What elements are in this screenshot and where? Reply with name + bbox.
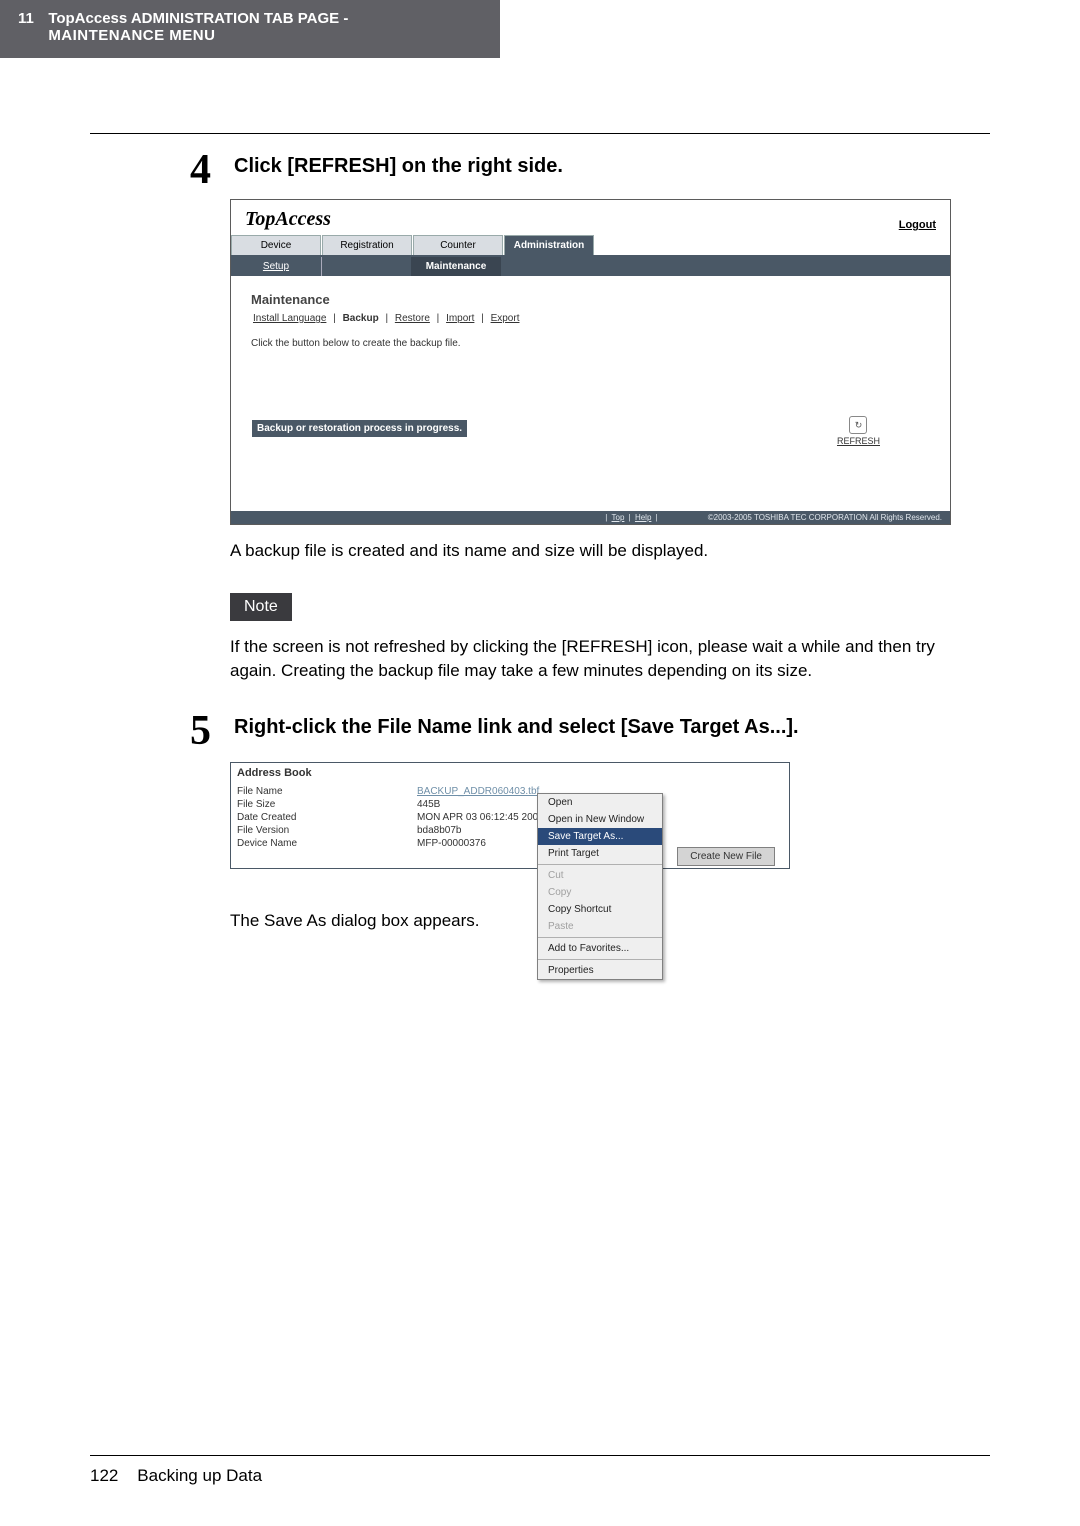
subtab-maintenance[interactable]: Maintenance [411,257,501,276]
menu-add-to-favorites[interactable]: Add to Favorites... [538,940,662,957]
chapter-title: TopAccess ADMINISTRATION TAB PAGE - [48,10,348,27]
menu-paste: Paste [538,918,662,935]
link-backup-current: Backup [343,313,379,324]
subtab-blank [321,257,411,276]
status-message: Backup or restoration process in progres… [251,419,468,438]
note-label: Note [230,593,292,621]
step-4-title: Click [REFRESH] on the right side. [234,149,563,178]
file-version-value: bda8b07b [417,825,462,836]
foot-help-link[interactable]: Help [635,513,651,522]
device-name-label: Device Name [237,838,417,849]
menu-copy-shortcut[interactable]: Copy Shortcut [538,901,662,918]
footer-rule [90,1455,990,1456]
foot-top-link[interactable]: Top [612,513,625,522]
device-name-value: MFP-00000376 [417,838,486,849]
maintenance-heading: Maintenance [251,292,930,307]
screenshot-topaccess-refresh: TopAccess Logout Device Registration Cou… [230,199,951,525]
menu-save-target-as[interactable]: Save Target As... [538,828,662,845]
file-size-row: File Size 445B [231,798,789,811]
context-menu: Open Open in New Window Save Target As..… [537,793,663,980]
menu-separator-2 [538,937,662,938]
file-version-row: File Version bda8b07b [231,824,789,837]
menu-cut: Cut [538,867,662,884]
page-number: 122 [90,1466,118,1485]
step-5: 5 Right-click the File Name link and sel… [190,710,990,752]
refresh-button[interactable]: ↻ REFRESH [837,416,880,446]
screenshot-footer: | Top | Help | ©2003-2005 TOSHIBA TEC CO… [231,511,950,524]
link-restore[interactable]: Restore [395,313,430,324]
link-import[interactable]: Import [446,313,474,324]
step-4: 4 Click [REFRESH] on the right side. [190,149,990,191]
file-size-label: File Size [237,799,417,810]
menu-separator-1 [538,864,662,865]
date-created-row: Date Created MON APR 03 06:12:45 200 [231,811,789,824]
subtab-setup[interactable]: Setup [231,257,321,276]
file-version-label: File Version [237,825,417,836]
note-text: If the screen is not refreshed by clicki… [230,635,950,683]
backup-description: Click the button below to create the bac… [251,338,930,349]
file-name-row: File Name BACKUP_ADDR060403.tbf [231,785,789,798]
tab-administration[interactable]: Administration [504,235,594,255]
menu-open-new-window[interactable]: Open in New Window [538,811,662,828]
step4-result-text: A backup file is created and its name an… [230,539,950,563]
topaccess-logo: TopAccess [245,208,331,231]
menu-open[interactable]: Open [538,794,662,811]
tab-counter[interactable]: Counter [413,235,503,255]
main-tabs: Device Registration Counter Administrati… [231,235,950,257]
menu-properties[interactable]: Properties [538,962,662,979]
create-new-file-button[interactable]: Create New File [677,847,775,866]
chapter-subtitle: MAINTENANCE MENU [48,27,348,44]
maintenance-links: Install Language | Backup | Restore | Im… [251,313,930,324]
copyright-text: ©2003-2005 TOSHIBA TEC CORPORATION All R… [708,513,942,522]
tab-device[interactable]: Device [231,235,321,255]
address-book-heading: Address Book [231,763,789,785]
step-number-5: 5 [190,710,220,752]
page-footer: 122 Backing up Data [90,1455,990,1486]
link-install-language[interactable]: Install Language [253,313,326,324]
sub-tabs: Setup Maintenance [231,257,950,276]
refresh-icon: ↻ [849,416,867,434]
menu-copy: Copy [538,884,662,901]
note-tag: Note [230,593,990,621]
file-size-value: 445B [417,799,440,810]
link-export[interactable]: Export [491,313,520,324]
date-created-label: Date Created [237,812,417,823]
chapter-header: 11 TopAccess ADMINISTRATION TAB PAGE - M… [0,0,500,58]
date-created-value: MON APR 03 06:12:45 200 [417,812,538,823]
logout-link[interactable]: Logout [899,219,936,231]
tab-registration[interactable]: Registration [322,235,412,255]
chapter-number: 11 [18,10,34,27]
file-name-link[interactable]: BACKUP_ADDR060403.tbf [417,786,539,797]
refresh-label: REFRESH [837,436,880,446]
screenshot-file-table: Address Book File Name BACKUP_ADDR060403… [230,762,790,869]
menu-print-target[interactable]: Print Target [538,845,662,862]
file-name-label: File Name [237,786,417,797]
step-number-4: 4 [190,149,220,191]
step-5-title: Right-click the File Name link and selec… [234,710,799,739]
footer-section: Backing up Data [137,1466,262,1485]
top-rule [90,133,990,134]
menu-separator-3 [538,959,662,960]
